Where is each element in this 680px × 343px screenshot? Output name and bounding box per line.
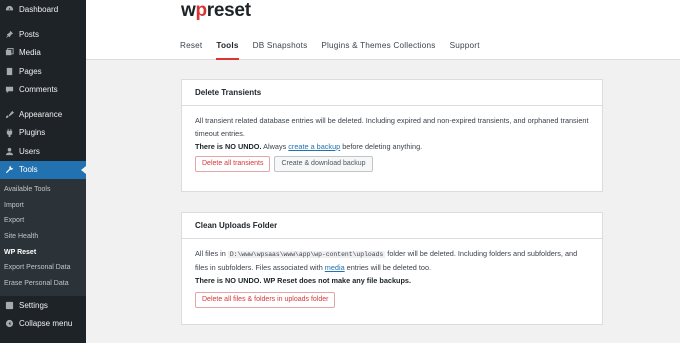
- delete-transients-card: Delete Transients All transient related …: [181, 79, 603, 192]
- submenu-item-available-tools[interactable]: Available Tools: [0, 182, 86, 198]
- menu-label: Settings: [19, 300, 48, 310]
- menu-label: Pages: [19, 66, 42, 76]
- tab-plugins-themes-collections[interactable]: Plugins & Themes Collections: [321, 41, 435, 60]
- submenu-item-erase-personal-data[interactable]: Erase Personal Data: [0, 276, 86, 292]
- user-icon: [4, 146, 14, 156]
- delete-uploads-button[interactable]: Delete all files & folders in uploads fo…: [195, 292, 336, 308]
- menu-label: Dashboard: [19, 5, 59, 15]
- card-title: Clean Uploads Folder: [182, 213, 602, 239]
- tab-tools[interactable]: Tools: [216, 41, 239, 60]
- menu-item-settings[interactable]: Settings: [0, 296, 86, 315]
- undo-warning-line: There is NO UNDO. Always create a backup…: [195, 142, 423, 151]
- menu-label: Collapse menu: [19, 319, 73, 329]
- brush-icon: [4, 109, 14, 119]
- menu-item-users[interactable]: Users: [0, 142, 86, 161]
- submenu-item-export-personal-data[interactable]: Export Personal Data: [0, 260, 86, 276]
- uploads-path: D:\www\wpsaas\www\app\wp-content\uploads: [227, 251, 386, 258]
- delete-all-transients-button[interactable]: Delete all transients: [195, 156, 271, 172]
- menu-item-posts[interactable]: Posts: [0, 25, 86, 44]
- wrench-icon: [4, 165, 14, 175]
- menu-item-plugins[interactable]: Plugins: [0, 124, 86, 143]
- menu-label: Media: [19, 48, 41, 58]
- admin-sidebar: Dashboard Posts Media Pages Comments App…: [0, 0, 86, 343]
- menu-label: Posts: [19, 29, 40, 39]
- submenu-item-import[interactable]: Import: [0, 198, 86, 214]
- menu-label: Users: [19, 146, 40, 156]
- plug-icon: [4, 128, 14, 138]
- menu-item-media[interactable]: Media: [0, 44, 86, 63]
- pin-icon: [4, 29, 14, 39]
- menu-item-pages[interactable]: Pages: [0, 62, 86, 81]
- tools-submenu: Available Tools Import Export Site Healt…: [0, 179, 86, 296]
- submenu-item-site-health[interactable]: Site Health: [0, 229, 86, 245]
- menu-item-tools[interactable]: Tools: [0, 160, 86, 179]
- media-icon: [4, 48, 14, 58]
- tab-bar: Reset Tools DB Snapshots Plugins & Theme…: [180, 41, 494, 60]
- tab-reset[interactable]: Reset: [180, 41, 202, 60]
- clean-uploads-card: Clean Uploads Folder All files in D:\www…: [181, 212, 603, 325]
- menu-label: Appearance: [19, 109, 63, 119]
- tab-db-snapshots[interactable]: DB Snapshots: [253, 41, 308, 60]
- create-backup-link[interactable]: create a backup: [288, 142, 340, 151]
- settings-icon: [4, 300, 14, 310]
- tab-support[interactable]: Support: [450, 41, 480, 60]
- menu-item-comments[interactable]: Comments: [0, 81, 86, 100]
- page-header: wpreset Reset Tools DB Snapshots Plugins…: [86, 0, 680, 60]
- undo-warning: There is NO UNDO. WP Reset does not make…: [195, 276, 411, 285]
- undo-warning: There is NO UNDO.: [195, 142, 262, 151]
- create-download-backup-button[interactable]: Create & download backup: [274, 156, 373, 172]
- menu-label: Tools: [19, 165, 38, 175]
- page-icon: [4, 66, 14, 76]
- wp-reset-logo: wpreset: [181, 0, 251, 21]
- dashboard-icon: [4, 5, 14, 15]
- collapse-icon: [4, 319, 14, 329]
- card-title: Delete Transients: [182, 80, 602, 106]
- menu-label: Plugins: [19, 128, 46, 138]
- card-description: All files in D:\www\wpsaas\www\app\wp-co…: [195, 249, 578, 272]
- menu-label: Comments: [19, 85, 58, 95]
- submenu-item-export[interactable]: Export: [0, 213, 86, 229]
- media-link[interactable]: media: [325, 263, 345, 272]
- submenu-item-wp-reset[interactable]: WP Reset: [0, 245, 86, 261]
- comment-icon: [4, 85, 14, 95]
- menu-item-dashboard[interactable]: Dashboard: [0, 1, 86, 20]
- collapse-menu-button[interactable]: Collapse menu: [0, 314, 86, 333]
- card-description: All transient related database entries w…: [195, 116, 589, 138]
- menu-item-appearance[interactable]: Appearance: [0, 105, 86, 124]
